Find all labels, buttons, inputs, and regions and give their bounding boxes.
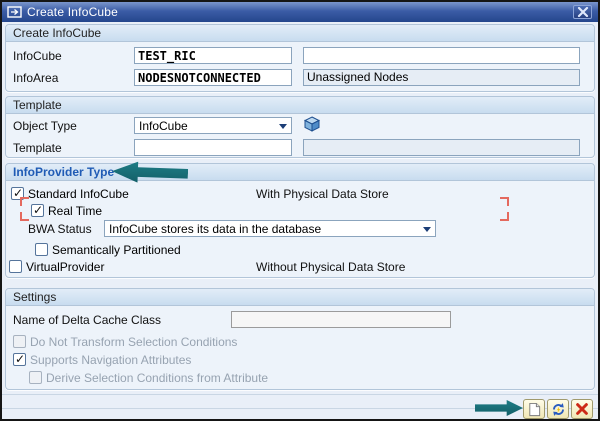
dialog-titlebar[interactable]: Create InfoCube [2, 2, 598, 22]
object-type-dropdown[interactable]: InfoCube [134, 117, 292, 134]
close-x-icon [577, 7, 589, 17]
real-time-checkbox[interactable]: ✓ [31, 204, 44, 217]
red-bracket-bottom-right [500, 212, 509, 221]
infocube-extra-input[interactable] [303, 47, 580, 64]
create-button[interactable] [523, 399, 545, 419]
infoarea-input[interactable] [134, 69, 292, 86]
teal-arrow-footer-annotation [475, 400, 523, 416]
section-infoprovider-header: InfoProvider Type [6, 164, 594, 181]
section-infoprovider-type: InfoProvider Type ✓ Standard InfoCube Wi… [5, 163, 595, 278]
bwa-status-label: BWA Status [28, 222, 92, 236]
supports-navigation-label: Supports Navigation Attributes [30, 353, 191, 367]
supports-navigation-checkbox[interactable]: ✓ [13, 353, 26, 366]
section-template-header: Template [6, 97, 594, 114]
derive-selection-checkbox[interactable] [29, 371, 42, 384]
chevron-down-icon [423, 227, 431, 232]
infocube-label: InfoCube [13, 49, 62, 63]
infoarea-description-field: Unassigned Nodes [303, 69, 580, 86]
section-template: Template Object Type InfoCube Template [5, 96, 595, 158]
cancel-button[interactable] [571, 399, 593, 419]
do-not-transform-checkbox[interactable] [13, 335, 26, 348]
virtual-provider-checkbox-row: VirtualProvider [9, 259, 104, 274]
real-time-checkbox-row: ✓ Real Time [31, 203, 102, 218]
template-description-field [303, 139, 580, 156]
object-type-selected-value: InfoCube [139, 119, 188, 133]
bwa-status-dropdown[interactable]: InfoCube stores its data in the database [104, 220, 436, 237]
refresh-arrows-icon [551, 402, 566, 417]
infocube-input[interactable] [134, 47, 292, 64]
new-document-icon [527, 402, 542, 417]
semantically-partitioned-checkbox-row: Semantically Partitioned [35, 242, 181, 257]
red-bracket-bottom-left [20, 212, 29, 221]
delta-cache-class-label: Name of Delta Cache Class [13, 313, 161, 327]
infoarea-label: InfoArea [13, 71, 58, 85]
supports-navigation-checkbox-row: ✓ Supports Navigation Attributes [13, 352, 191, 367]
template-label: Template [13, 141, 62, 155]
virtual-provider-label: VirtualProvider [26, 260, 104, 274]
template-input[interactable] [134, 139, 292, 156]
with-physical-data-store-note: With Physical Data Store [256, 187, 389, 201]
semantically-partitioned-checkbox[interactable] [35, 243, 48, 256]
red-x-icon [575, 402, 589, 416]
section-settings: Settings Name of Delta Cache Class Do No… [5, 288, 595, 390]
without-physical-data-store-note: Without Physical Data Store [256, 260, 405, 274]
close-button[interactable] [573, 5, 592, 19]
section-create-infocube-header: Create InfoCube [6, 25, 594, 42]
standard-infocube-label: Standard InfoCube [28, 187, 129, 201]
derive-selection-checkbox-row: Derive Selection Conditions from Attribu… [29, 370, 268, 385]
red-bracket-top-right [500, 197, 509, 206]
semantically-partitioned-label: Semantically Partitioned [52, 243, 181, 257]
real-time-label: Real Time [48, 204, 102, 218]
bwa-status-selected-value: InfoCube stores its data in the database [109, 222, 321, 236]
cube-icon [303, 116, 321, 137]
dialog-window-icon [7, 5, 23, 19]
delta-cache-class-input[interactable] [231, 311, 451, 328]
footer-separator [2, 394, 598, 395]
section-settings-header: Settings [6, 289, 594, 306]
transfer-button[interactable] [547, 399, 569, 419]
do-not-transform-label: Do Not Transform Selection Conditions [30, 335, 237, 349]
dialog-title: Create InfoCube [27, 5, 118, 19]
do-not-transform-checkbox-row: Do Not Transform Selection Conditions [13, 334, 237, 349]
chevron-down-icon [279, 124, 287, 129]
derive-selection-label: Derive Selection Conditions from Attribu… [46, 371, 268, 385]
virtual-provider-checkbox[interactable] [9, 260, 22, 273]
object-type-label: Object Type [13, 119, 77, 133]
red-bracket-top-left [20, 197, 29, 206]
section-create-infocube: Create InfoCube InfoCube InfoArea Unassi… [5, 24, 595, 92]
create-infocube-dialog: Create InfoCube Create InfoCube InfoCube… [0, 0, 600, 421]
